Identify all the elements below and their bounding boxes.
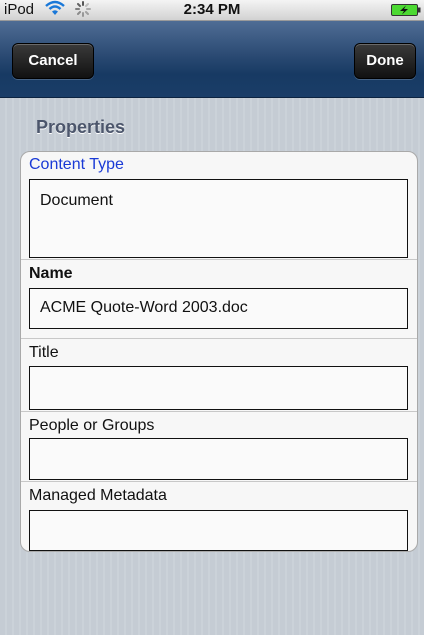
form-row-people-or-groups: People or Groups [21,411,417,482]
form-row-title: Title [21,338,417,411]
content-type-label: Content Type [29,156,124,173]
section-title: Properties [36,117,126,137]
managed-metadata-field[interactable] [29,510,408,551]
done-button[interactable]: Done [354,43,416,79]
navigation-bar: Cancel Done [0,21,424,98]
status-bar: iPod 2:34 PM [0,0,424,21]
managed-metadata-label: Managed Metadata [29,487,167,504]
people-or-groups-field[interactable] [29,438,408,480]
properties-panel: Content Type Document Name ACME Quote-Wo… [20,151,418,552]
people-or-groups-label: People or Groups [29,417,155,434]
form-row-name: Name ACME Quote-Word 2003.doc [21,259,417,346]
title-label: Title [29,344,59,361]
form-row-content-type: Content Type Document [21,152,417,258]
status-time: 2:34 PM [183,1,241,18]
name-label: Name [29,265,73,282]
name-field[interactable]: ACME Quote-Word 2003.doc [29,288,408,329]
title-field[interactable] [29,366,408,410]
cancel-button[interactable]: Cancel [12,43,94,79]
battery-charging-icon [391,4,421,16]
content-type-field[interactable]: Document [29,179,408,258]
form-row-managed-metadata: Managed Metadata [21,481,417,551]
